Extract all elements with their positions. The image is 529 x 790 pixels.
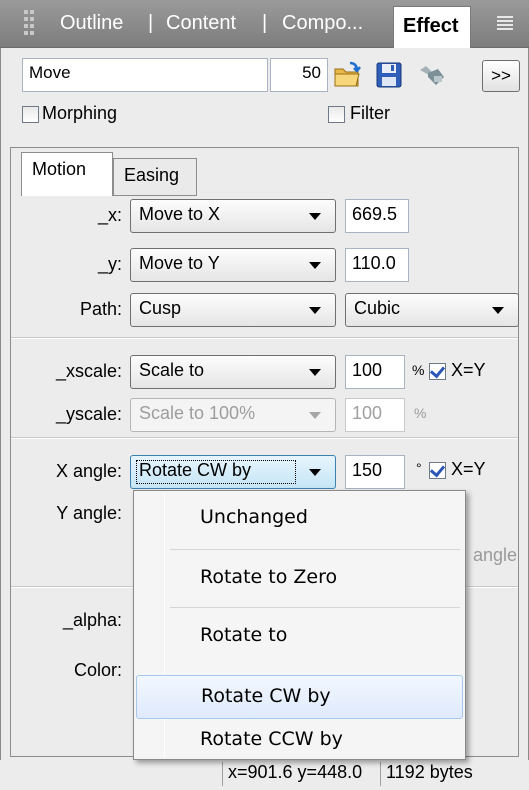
menu-item-rotate-to[interactable]: Rotate to: [136, 615, 463, 659]
tab-content[interactable]: Content: [166, 12, 236, 35]
status-separator: [380, 762, 381, 786]
xscale-unit: %: [412, 362, 425, 378]
yscale-mode-dropdown: Scale to 100%: [130, 398, 336, 432]
chevron-down-icon: [309, 262, 321, 269]
x-mode-dropdown[interactable]: Move to X: [130, 199, 336, 233]
yscale-unit: %: [414, 405, 427, 421]
filter-label: Filter: [350, 103, 390, 123]
xscale-label: _xscale:: [55, 361, 122, 381]
menu-item-label: Rotate to: [200, 624, 288, 646]
x-value-input[interactable]: 669.5: [345, 199, 409, 233]
path-curve-value: Cubic: [354, 298, 401, 318]
y-value-input[interactable]: 110.0: [345, 248, 409, 282]
tab-effect[interactable]: Effect: [393, 6, 471, 48]
chevron-down-icon: [309, 307, 321, 314]
xscale-value-input[interactable]: 100: [345, 355, 405, 389]
open-folder-icon[interactable]: [332, 60, 362, 90]
x-label: _x:: [97, 205, 122, 225]
status-file-size: 1192 bytes: [386, 762, 473, 782]
filter-checkbox[interactable]: [328, 106, 345, 123]
status-separator: [222, 762, 223, 786]
menu-item-label: Rotate CW by: [201, 685, 331, 707]
chevron-down-icon: [309, 213, 321, 220]
chevron-down-icon: [492, 307, 504, 314]
yscale-mode-value: Scale to 100%: [139, 403, 256, 423]
chevron-down-icon: [309, 412, 321, 419]
panel-menu-icon[interactable]: [497, 14, 513, 32]
alpha-label: _alpha:: [62, 610, 122, 630]
menu-item-label: Rotate to Zero: [200, 566, 338, 588]
xscale-mode-value: Scale to: [139, 360, 205, 380]
status-coordinates: x=901.6 y=448.0: [228, 762, 363, 782]
path-mode-dropdown[interactable]: Cusp: [130, 293, 336, 327]
yscale-label: _yscale:: [55, 404, 122, 424]
path-label: Path:: [79, 299, 122, 319]
morphing-checkbox[interactable]: [22, 106, 39, 123]
menu-item-rotate-to-zero[interactable]: Rotate to Zero: [136, 557, 463, 601]
xangle-xy-label: X=Y: [451, 459, 486, 479]
effect-name-input[interactable]: Move: [22, 58, 268, 92]
y-mode-dropdown[interactable]: Move to Y: [130, 248, 336, 282]
degree-unit: °: [416, 460, 422, 476]
y-mode-value: Move to Y: [139, 253, 220, 273]
tab-separator: |: [148, 12, 154, 34]
chevron-down-icon: [309, 469, 321, 476]
menu-item-rotate-ccw-by[interactable]: Rotate CCW by: [136, 719, 463, 763]
section-divider: [11, 337, 518, 339]
xangle-xy-checkbox[interactable]: [429, 462, 446, 479]
xangle-label: X angle:: [55, 461, 122, 481]
tab-motion[interactable]: Motion: [21, 152, 113, 196]
tab-components[interactable]: Compo...: [282, 12, 363, 35]
chevron-down-icon: [309, 369, 321, 376]
color-label: Color:: [73, 660, 122, 680]
effect-frames-input[interactable]: 50: [270, 58, 328, 92]
angle-label: angle: [473, 545, 518, 565]
panel-tab-bar: Outline | Content | Compo... Effect: [0, 0, 529, 48]
path-curve-dropdown[interactable]: Cubic: [345, 293, 519, 327]
menu-item-unchanged[interactable]: Unchanged: [136, 497, 463, 541]
menu-item-label: Rotate CCW by: [200, 728, 343, 750]
yscale-value-input: 100: [345, 398, 405, 432]
tab-outline[interactable]: Outline: [60, 12, 123, 35]
path-mode-value: Cusp: [139, 298, 182, 318]
yangle-label: Y angle:: [56, 503, 122, 523]
menu-item-rotate-cw-by[interactable]: Rotate CW by: [136, 675, 463, 719]
tab-separator: |: [262, 12, 268, 34]
rotate-mode-menu: Unchanged Rotate to Zero Rotate to Rotat…: [133, 490, 466, 760]
x-mode-value: Move to X: [139, 204, 221, 224]
tab-easing[interactable]: Easing: [113, 158, 197, 196]
xscale-mode-dropdown[interactable]: Scale to: [130, 355, 336, 389]
y-label: _y:: [97, 254, 122, 274]
menu-item-label: Unchanged: [200, 506, 308, 528]
save-disk-icon[interactable]: [374, 60, 404, 90]
section-divider: [11, 437, 518, 439]
morphing-label: Morphing: [42, 103, 118, 123]
xscale-xy-checkbox[interactable]: [429, 363, 446, 380]
menu-separator: [170, 549, 460, 550]
xscale-xy-label: X=Y: [451, 360, 486, 380]
grip-icon[interactable]: [24, 10, 38, 36]
menu-separator: [170, 607, 460, 608]
xangle-value-input[interactable]: 150: [345, 455, 405, 489]
tool-icon[interactable]: [416, 60, 446, 90]
xangle-mode-dropdown[interactable]: Rotate CW by: [130, 455, 336, 489]
more-button[interactable]: >>: [482, 60, 520, 92]
